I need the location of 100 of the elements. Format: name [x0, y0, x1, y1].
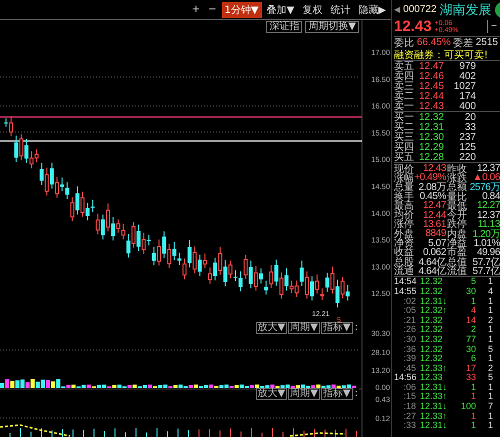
- toolbar-button[interactable]: 周期切换▼: [305, 21, 359, 33]
- stat-label: 现价: [394, 162, 414, 175]
- trade-count: 5: [486, 372, 493, 382]
- stock-name: 湖南发展: [440, 2, 492, 18]
- trade-count: 1: [486, 382, 493, 392]
- order-price: 12.32: [418, 112, 444, 122]
- trade-time: :06: [402, 382, 417, 392]
- stat-value: 1.20万: [472, 228, 500, 240]
- trade-volume: 1: [470, 391, 476, 402]
- trade-volume: 1: [470, 420, 476, 430]
- order-volume: 220: [458, 152, 476, 162]
- trade-count: 1: [486, 276, 493, 286]
- stat-label: 外盘: [394, 228, 414, 240]
- notice-text: 融资融券：可买可卖!: [394, 48, 490, 60]
- indicator-bar: [324, 429, 326, 437]
- panel-button[interactable]: 周期▼: [288, 388, 320, 400]
- trade-count: 1: [486, 391, 493, 402]
- panel-button[interactable]: 指标▼: [320, 322, 353, 334]
- trade-count: 4: [486, 286, 493, 296]
- indicator-bar: [20, 428, 21, 437]
- indicator-bar: [314, 428, 315, 437]
- order-price: 12.30: [418, 132, 444, 142]
- toolbar-button[interactable]: 叠加▼: [264, 2, 298, 18]
- stat-label: 涨幅: [394, 172, 414, 184]
- indicator-bar: [156, 428, 158, 437]
- order-label: 买二: [394, 122, 415, 133]
- trade-price: 12.31↓: [420, 420, 448, 430]
- trade-count: 1: [486, 410, 493, 421]
- trade-count: 2: [486, 362, 493, 373]
- order-label: 买一: [394, 111, 415, 123]
- stat-label: 总股: [394, 256, 414, 268]
- order-volume: 400: [458, 100, 476, 112]
- indicator-bar: [230, 428, 231, 437]
- trade-time: :33: [402, 420, 417, 430]
- stat-value: 0.062: [422, 246, 446, 258]
- stat-label: 收益: [394, 247, 414, 258]
- indicator-bar: [146, 432, 147, 437]
- label: 委比: [394, 36, 415, 50]
- trade-count: 1: [486, 353, 493, 364]
- order-label: 买四: [394, 142, 415, 153]
- trade-price: 12.33↑: [420, 410, 448, 421]
- order-volume: 979: [458, 60, 476, 72]
- stat-label: 流通: [394, 266, 414, 278]
- stat-value: 57.7亿: [472, 256, 500, 268]
- indicator-bar: [356, 430, 357, 437]
- stat-value: 4.64亿: [418, 256, 446, 268]
- panel-button[interactable]: 周期▼: [288, 322, 320, 334]
- trade-time: :45: [402, 362, 417, 373]
- trade-time: 14:55: [394, 286, 418, 296]
- indicator-bar: [83, 429, 84, 437]
- trade-volume: 1: [470, 410, 476, 421]
- indicator-bar: [282, 431, 284, 437]
- stat-label: 总值: [447, 256, 467, 268]
- stat-value: 13.61: [422, 218, 447, 230]
- trade-volume: 2: [470, 324, 476, 334]
- stat-label: 最高: [394, 200, 414, 212]
- trade-price: 12.33: [420, 372, 444, 382]
- toolbar-button[interactable]: 深证指: [266, 21, 302, 33]
- indicator-bar: [272, 428, 273, 437]
- order-volume: 237: [458, 132, 476, 142]
- trade-count: 7: [486, 401, 493, 412]
- indicator-bar: [251, 428, 252, 437]
- trade-volume: 1: [470, 296, 476, 306]
- label: 委差: [452, 36, 474, 50]
- stat-value: 4.64亿: [418, 266, 446, 278]
- indicator-bar: [114, 428, 116, 437]
- trade-volume: 5: [470, 276, 476, 286]
- order-volume: 174: [458, 90, 476, 102]
- stat-value: 1.01%: [472, 238, 500, 249]
- trade-time: :39: [402, 353, 417, 364]
- order-price: 12.28: [418, 152, 444, 162]
- order-label: 买五: [394, 152, 415, 164]
- trade-price: 12.32: [420, 276, 444, 286]
- toolbar-button[interactable]: 1分钟▼: [222, 2, 262, 18]
- panel-button[interactable]: 放大▼: [256, 322, 288, 334]
- order-label: 卖一: [394, 100, 415, 112]
- trade-price: 12.31↓: [420, 382, 448, 392]
- trade-count: 1: [486, 324, 493, 334]
- stat-value: 49.96: [476, 246, 500, 258]
- indicator-bar: [293, 428, 294, 437]
- trade-count: 1: [486, 420, 493, 430]
- panel-button[interactable]: 指标▼: [320, 388, 353, 400]
- stat-label: 涨跌: [447, 172, 467, 184]
- stat-value: 8849: [424, 228, 447, 240]
- stat-label: 涨停: [394, 218, 414, 230]
- indicator-bar: [167, 430, 168, 437]
- panel-button[interactable]: 放大▼: [256, 388, 288, 400]
- trade-volume: 14: [464, 314, 476, 325]
- indicator-bar: [72, 429, 74, 437]
- stat-value: +0.49%: [414, 172, 446, 184]
- stat-value: 0.84: [482, 191, 500, 202]
- stat-value: 0.45%: [418, 191, 446, 202]
- current-price: 12.43: [394, 18, 432, 35]
- trade-count: 5: [486, 344, 493, 354]
- trade-count: 2: [486, 314, 493, 325]
- back-arrow[interactable]: ◀: [394, 5, 400, 14]
- indicator-bar: [209, 428, 210, 437]
- order-price: 12.29: [418, 142, 444, 152]
- order-label: 卖四: [394, 70, 415, 82]
- indicator-bar: [198, 428, 200, 437]
